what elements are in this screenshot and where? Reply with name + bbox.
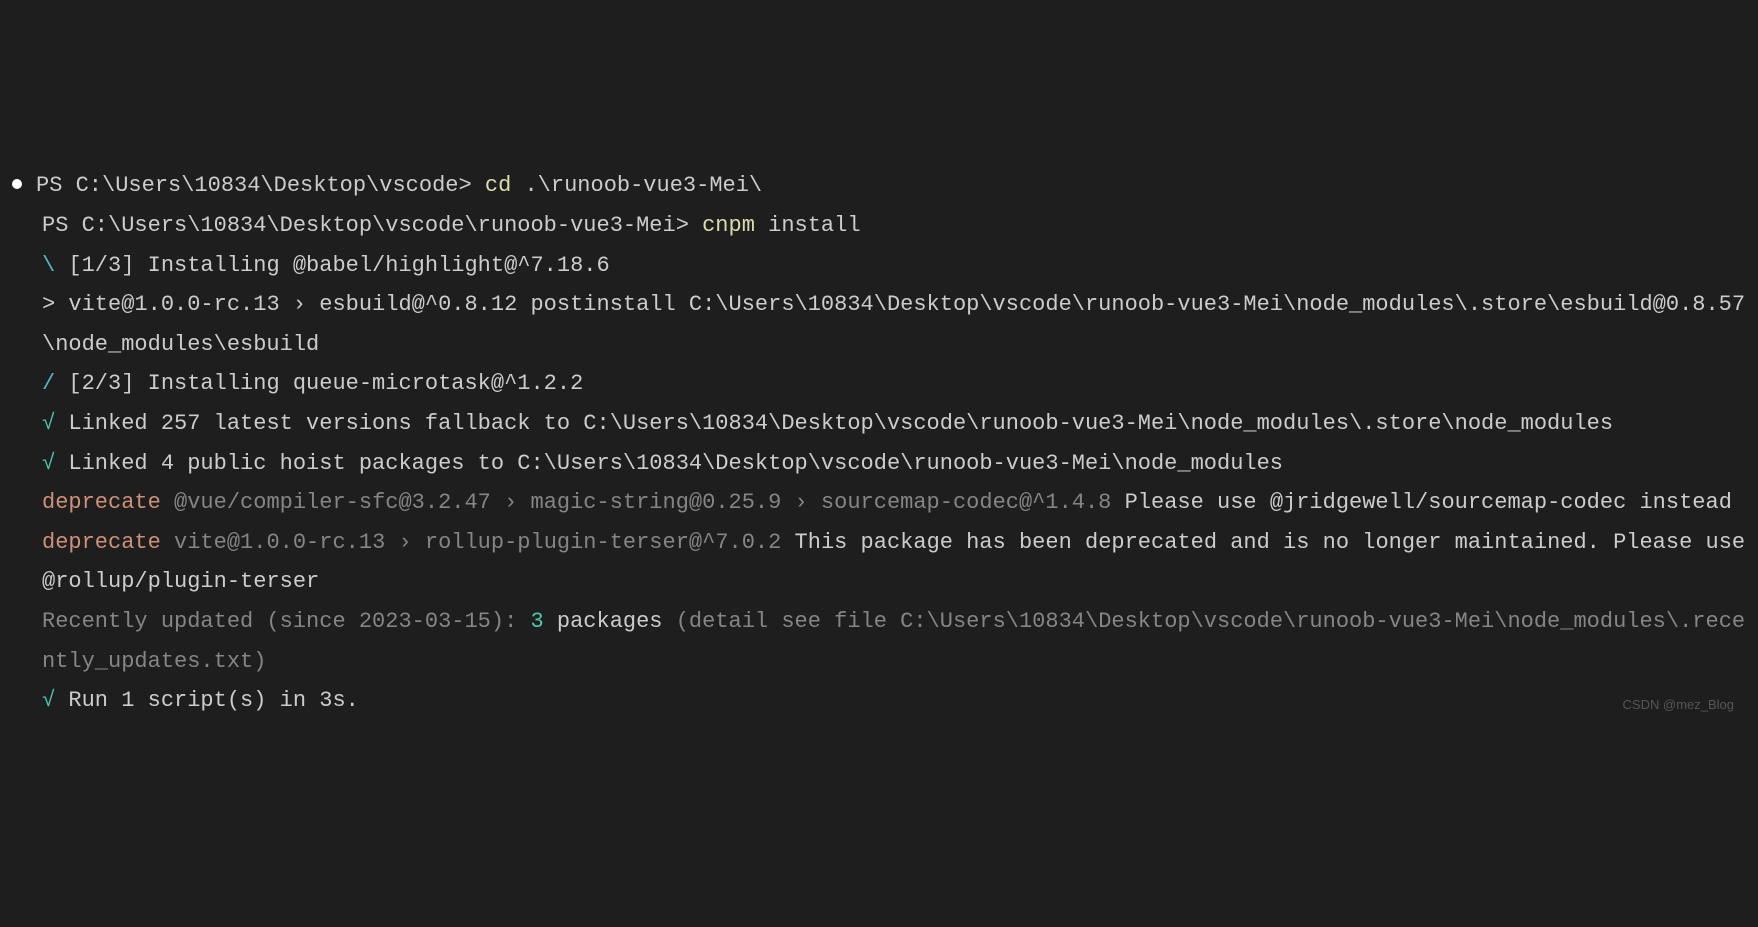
install-status: [2/3] Installing queue-microtask@^1.2.2 [68, 371, 583, 396]
check-icon: √ [42, 688, 68, 713]
ps-prompt: PS C:\Users\10834\Desktop\vscode> [36, 173, 485, 198]
watermark-text: CSDN @mez_Blog [1623, 693, 1734, 716]
terminal-line: PS C:\Users\10834\Desktop\vscode\runoob-… [42, 206, 1746, 246]
deprecate-label: deprecate [42, 530, 174, 555]
run-script-text: Run 1 script(s) in 3s. [68, 688, 358, 713]
terminal-line: \ [1/3] Installing @babel/highlight@^7.1… [42, 246, 1746, 286]
terminal-line: deprecate @vue/compiler-sfc@3.2.47 › mag… [42, 483, 1746, 523]
terminal-output[interactable]: PS C:\Users\10834\Desktop\vscode> cd .\r… [12, 166, 1746, 720]
terminal-line: Recently updated (since 2023-03-15): 3 p… [42, 602, 1746, 681]
package-count: 3 [530, 609, 543, 634]
recent-updated-text: Recently updated (since 2023-03-15): [42, 609, 530, 634]
ps-prompt: PS C:\Users\10834\Desktop\vscode\runoob-… [42, 213, 702, 238]
command-cnpm: cnpm [702, 213, 755, 238]
spinner-icon: / [42, 371, 68, 396]
terminal-line: √ Linked 4 public hoist packages to C:\U… [42, 444, 1746, 484]
packages-label: packages [544, 609, 676, 634]
deprecate-label: deprecate [42, 490, 174, 515]
check-icon: √ [42, 451, 68, 476]
deprecate-package: vite@1.0.0-rc.13 › rollup-plugin-terser@… [174, 530, 795, 555]
deprecate-message: Please use @jridgewell/sourcemap-codec i… [1125, 490, 1732, 515]
deprecate-package: @vue/compiler-sfc@3.2.47 › magic-string@… [174, 490, 1125, 515]
arrow-icon: > [42, 292, 68, 317]
terminal-line: / [2/3] Installing queue-microtask@^1.2.… [42, 364, 1746, 404]
terminal-line: √ Linked 257 latest versions fallback to… [42, 404, 1746, 444]
terminal-line: deprecate vite@1.0.0-rc.13 › rollup-plug… [42, 523, 1746, 602]
linked-text: Linked 257 latest versions fallback to C… [68, 411, 1613, 436]
terminal-line: PS C:\Users\10834\Desktop\vscode> cd .\r… [12, 166, 1746, 206]
install-status: [1/3] Installing @babel/highlight@^7.18.… [68, 253, 609, 278]
command-cd: cd [485, 173, 511, 198]
linked-text: Linked 4 public hoist packages to C:\Use… [68, 451, 1283, 476]
spinner-icon: \ [42, 253, 68, 278]
check-icon: √ [42, 411, 68, 436]
terminal-line: √ Run 1 script(s) in 3s. [42, 681, 1746, 721]
postinstall-text: vite@1.0.0-rc.13 › esbuild@^0.8.12 posti… [42, 292, 1745, 357]
modified-dot-icon [12, 179, 22, 189]
terminal-line: > vite@1.0.0-rc.13 › esbuild@^0.8.12 pos… [42, 285, 1746, 364]
command-arg: install [755, 213, 861, 238]
command-arg: .\runoob-vue3-Mei\ [511, 173, 762, 198]
